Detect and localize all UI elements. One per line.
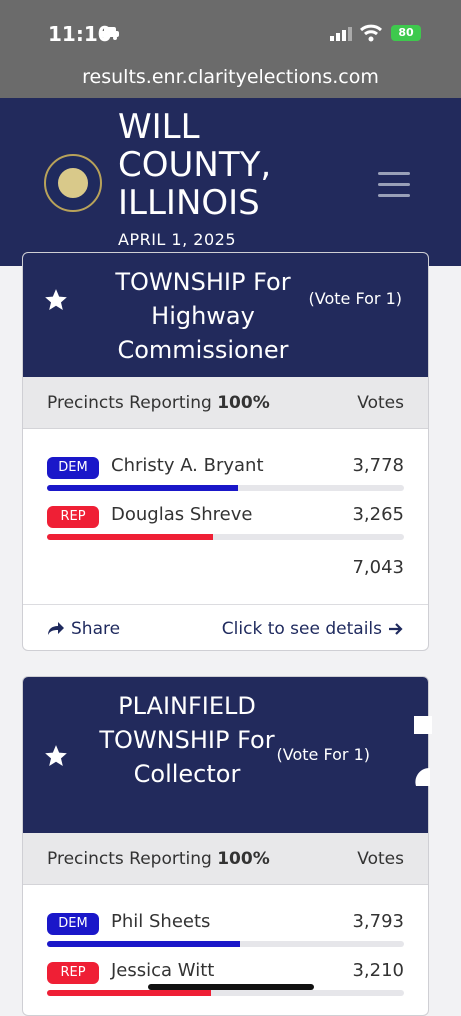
vote-for-label: (Vote For 1) — [276, 745, 370, 764]
vote-for-label: (Vote For 1) — [308, 289, 402, 308]
vote-share-bar — [47, 534, 404, 540]
party-badge: DEM — [47, 457, 99, 479]
party-badge: DEM — [47, 913, 99, 935]
vote-share-bar — [47, 990, 404, 996]
race-title: TOWNSHIP For Highway Commissioner — [115, 268, 291, 364]
party-badge: REP — [47, 962, 99, 984]
precincts-label: Precincts Reporting 100% — [47, 849, 270, 869]
site-header: WILL COUNTY, ILLINOIS APRIL 1, 2025 — [0, 98, 461, 266]
election-date: APRIL 1, 2025 — [118, 230, 236, 249]
wifi-icon — [360, 24, 382, 42]
favorite-star-icon[interactable] — [43, 743, 69, 769]
candidate-votes: 3,210 — [352, 960, 404, 981]
home-indicator[interactable] — [148, 984, 314, 990]
vote-share-fill — [47, 990, 211, 996]
car-icon — [101, 27, 119, 40]
race-header: PLAINFIELD TOWNSHIP For Collector (Vote … — [23, 677, 428, 833]
precincts-label: Precincts Reporting 100% — [47, 393, 270, 413]
precincts-value: 100% — [217, 393, 270, 413]
details-label: Click to see details — [221, 619, 382, 639]
race-footer: Share Click to see details — [23, 604, 428, 650]
precincts-value: 100% — [217, 849, 270, 869]
vote-share-fill — [47, 485, 239, 491]
candidate-name: Douglas Shreve — [111, 504, 253, 525]
share-arrow-icon — [48, 622, 64, 635]
share-label: Share — [71, 619, 121, 639]
county-seal-logo — [44, 154, 102, 212]
precincts-row: Precincts Reporting 100% Votes — [23, 833, 428, 885]
candidate-name: Christy A. Bryant — [111, 455, 264, 476]
race-title: PLAINFIELD TOWNSHIP For Collector — [99, 692, 275, 788]
arrow-right-icon — [389, 623, 403, 635]
votes-header: Votes — [357, 393, 404, 413]
candidate-row: REP Douglas Shreve 3,265 — [23, 498, 428, 547]
party-badge: REP — [47, 506, 99, 528]
candidate-votes: 3,265 — [352, 504, 404, 525]
county-title: WILL COUNTY, ILLINOIS — [118, 107, 272, 223]
race-card: TOWNSHIP For Highway Commissioner (Vote … — [22, 252, 429, 651]
vote-share-bar — [47, 485, 404, 491]
race-card: PLAINFIELD TOWNSHIP For Collector (Vote … — [22, 676, 429, 1016]
votes-header: Votes — [357, 849, 404, 869]
total-votes: 7,043 — [352, 557, 404, 578]
candidate-name: Jessica Witt — [111, 960, 215, 981]
floating-widget-icon[interactable] — [412, 716, 432, 796]
vote-share-fill — [47, 534, 213, 540]
race-header: TOWNSHIP For Highway Commissioner (Vote … — [23, 253, 428, 377]
candidate-votes: 3,793 — [352, 911, 404, 932]
candidate-row: DEM Christy A. Bryant 3,778 — [23, 449, 428, 498]
battery-icon: 80 — [391, 25, 421, 41]
cellular-signal-icon — [330, 27, 352, 41]
total-row: 7,043 — [23, 547, 428, 589]
url-bar[interactable]: results.enr.clarityelections.com — [0, 64, 461, 98]
candidate-row: DEM Phil Sheets 3,793 — [23, 905, 428, 954]
favorite-star-icon[interactable] — [43, 287, 69, 313]
candidate-row: REP Jessica Witt 3,210 — [23, 954, 428, 1003]
precincts-row: Precincts Reporting 100% Votes — [23, 377, 428, 429]
see-details-link[interactable]: Click to see details — [222, 619, 404, 639]
status-bar: 11:10 80 — [0, 0, 461, 64]
vote-share-fill — [47, 941, 241, 947]
share-button[interactable]: Share — [47, 619, 120, 639]
vote-share-bar — [47, 941, 404, 947]
hamburger-menu-icon[interactable] — [378, 172, 410, 198]
candidate-name: Phil Sheets — [111, 911, 211, 932]
candidate-votes: 3,778 — [352, 455, 404, 476]
